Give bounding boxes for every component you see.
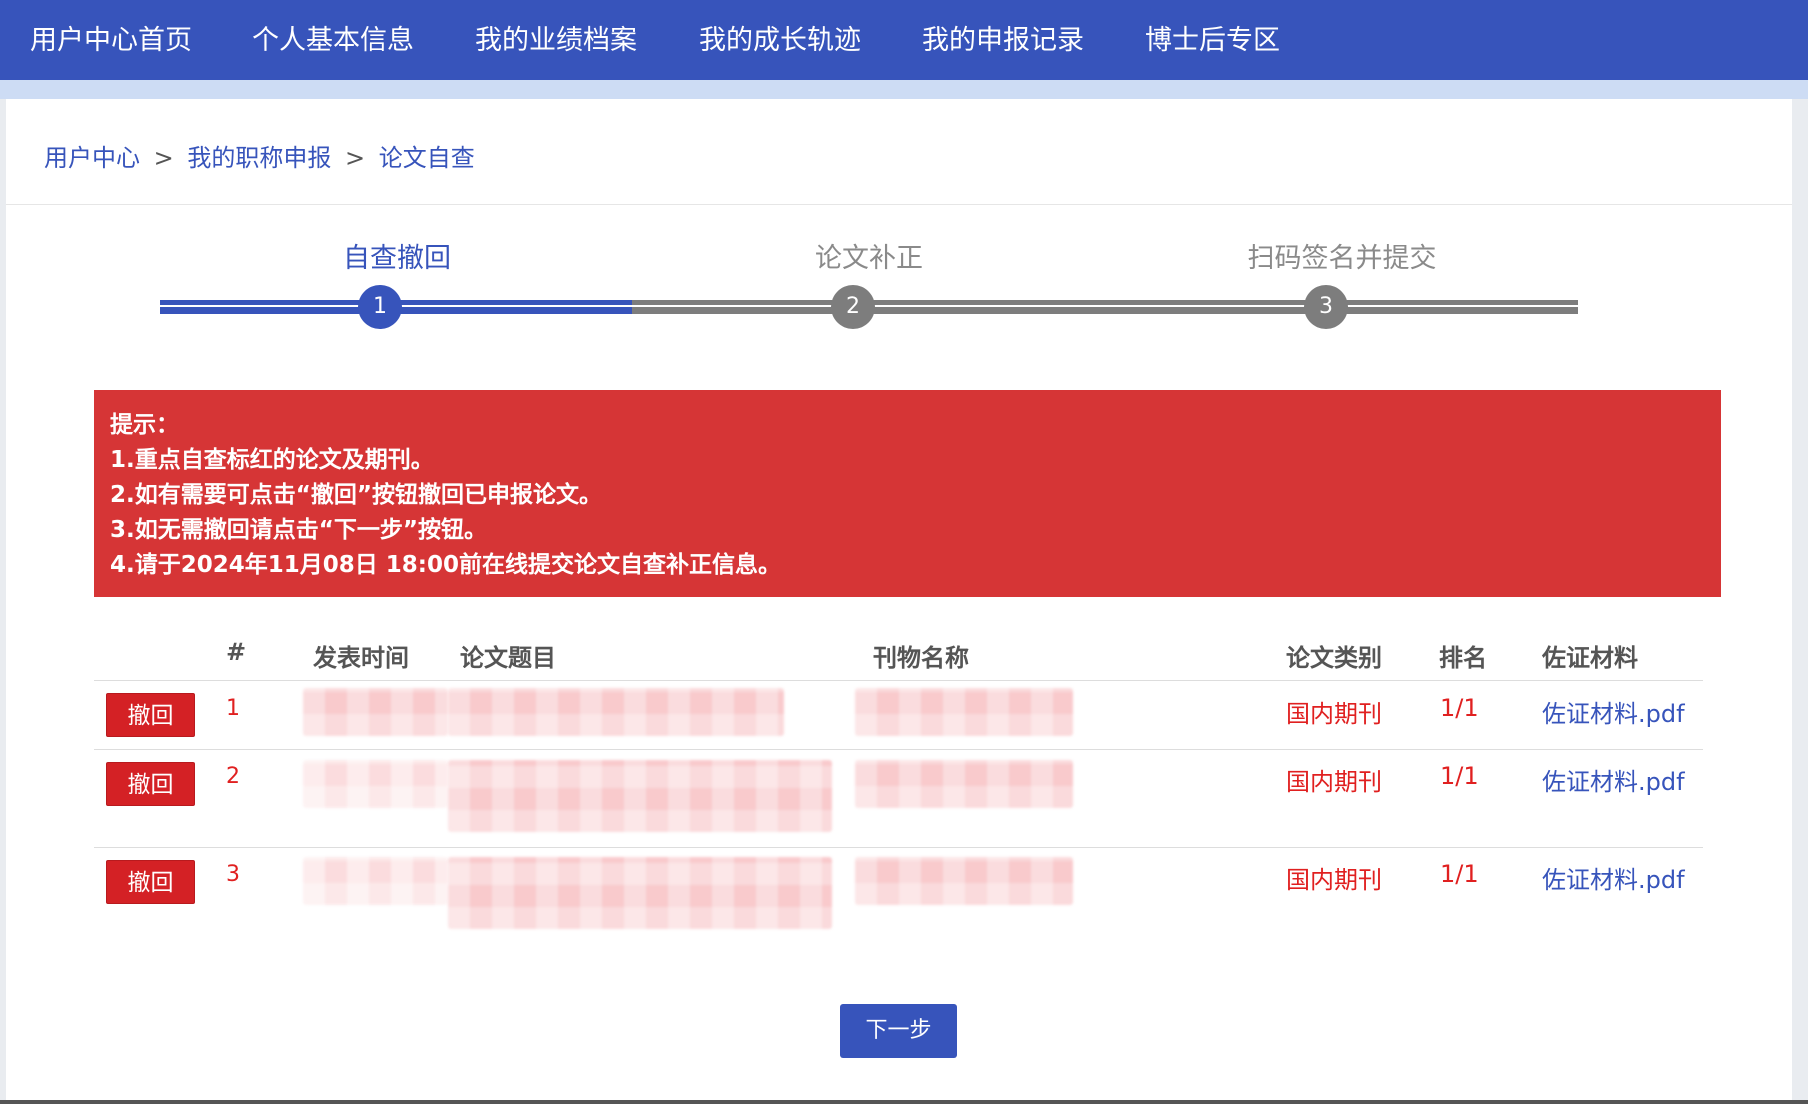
redacted-publish-time [303, 760, 448, 808]
paper-rank: 1/1 [1440, 860, 1479, 888]
step-circle-3: 3 [1304, 285, 1348, 329]
column-header-publish-time: 发表时间 [313, 644, 409, 672]
alert-line-1: 1.重点自查标红的论文及期刊。 [110, 447, 434, 473]
alert-title: 提示： [110, 412, 179, 438]
redacted-publish-time [303, 688, 448, 736]
redacted-paper-title [448, 857, 832, 929]
paper-category: 国内期刊 [1286, 700, 1382, 728]
alert-line-2: 2.如有需要可点击“撤回”按钮撤回已申报论文。 [110, 482, 602, 508]
row-index: 2 [226, 764, 240, 789]
step-circle-2: 2 [831, 285, 875, 329]
step-label-self-check-recall: 自查撤回 [343, 243, 451, 274]
recall-button[interactable]: 撤回 [106, 762, 195, 806]
table-header-divider [94, 680, 1703, 681]
redacted-journal-name [855, 688, 1073, 736]
column-header-index: # [226, 638, 247, 666]
row-index: 3 [226, 862, 240, 887]
breadcrumb-separator: > [345, 144, 366, 172]
column-header-evidence: 佐证材料 [1542, 644, 1638, 672]
column-header-rank: 排名 [1439, 644, 1487, 672]
page-right-edge [1792, 99, 1808, 1104]
redacted-paper-title [448, 760, 832, 832]
breadcrumb: 用户中心 > 我的职称申报 > 论文自查 [44, 138, 475, 173]
nav-item-user-center-home[interactable]: 用户中心首页 [30, 0, 192, 80]
paper-category: 国内期刊 [1286, 768, 1382, 796]
evidence-file-link[interactable]: 佐证材料.pdf [1542, 762, 1685, 797]
breadcrumb-divider [6, 204, 1792, 205]
page-bottom-border [0, 1100, 1808, 1104]
column-header-journal-name: 刊物名称 [873, 644, 969, 672]
paper-rank: 1/1 [1440, 694, 1479, 722]
next-step-button[interactable]: 下一步 [840, 1004, 957, 1058]
nav-item-growth-track[interactable]: 我的成长轨迹 [699, 0, 861, 80]
breadcrumb-user-center[interactable]: 用户中心 [44, 144, 140, 172]
nav-item-basic-info[interactable]: 个人基本信息 [252, 0, 414, 80]
step-label-paper-correction: 论文补正 [815, 243, 923, 274]
paper-rank: 1/1 [1440, 762, 1479, 790]
recall-button[interactable]: 撤回 [106, 860, 195, 904]
step-label-scan-sign-submit: 扫码签名并提交 [1247, 243, 1437, 274]
alert-line-4: 4.请于2024年11月08日 18:00前在线提交论文自查补正信息。 [110, 552, 781, 578]
table-row-divider [94, 847, 1703, 848]
redacted-paper-title [448, 688, 784, 736]
evidence-file-link[interactable]: 佐证材料.pdf [1542, 694, 1685, 729]
paper-category: 国内期刊 [1286, 866, 1382, 894]
notice-alert: 提示： 1.重点自查标红的论文及期刊。 2.如有需要可点击“撤回”按钮撤回已申报… [94, 390, 1721, 597]
table-row-divider [94, 749, 1703, 750]
redacted-publish-time [303, 857, 448, 905]
page-left-edge [0, 99, 6, 1104]
nav-item-performance-archive[interactable]: 我的业绩档案 [475, 0, 637, 80]
evidence-file-link[interactable]: 佐证材料.pdf [1542, 860, 1685, 895]
recall-button[interactable]: 撤回 [106, 693, 195, 737]
redacted-journal-name [855, 857, 1073, 905]
step-circle-1: 1 [358, 285, 402, 329]
breadcrumb-title-application[interactable]: 我的职称申报 [187, 144, 331, 172]
nav-item-application-records[interactable]: 我的申报记录 [922, 0, 1084, 80]
nav-item-postdoc-zone[interactable]: 博士后专区 [1145, 0, 1280, 80]
alert-line-3: 3.如无需撤回请点击“下一步”按钮。 [110, 517, 487, 543]
top-navigation-bar: 用户中心首页 个人基本信息 我的业绩档案 我的成长轨迹 我的申报记录 博士后专区 [0, 0, 1808, 80]
column-header-category: 论文类别 [1286, 644, 1382, 672]
column-header-paper-title: 论文题目 [460, 644, 556, 672]
breadcrumb-separator: > [153, 144, 174, 172]
nav-underline-strip [0, 80, 1808, 99]
breadcrumb-paper-self-check: 论文自查 [378, 144, 475, 172]
redacted-journal-name [855, 760, 1073, 808]
row-index: 1 [226, 696, 240, 721]
